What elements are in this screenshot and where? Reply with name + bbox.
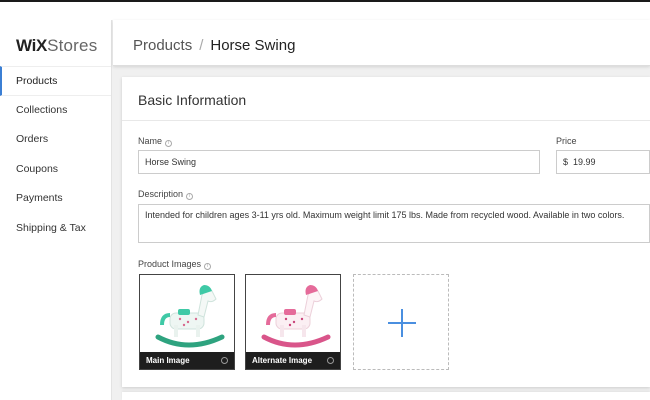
main-image-tile[interactable]: Main Image bbox=[139, 274, 235, 370]
plus-icon bbox=[401, 309, 403, 337]
alternate-image-caption: Alternate Image bbox=[246, 352, 340, 369]
sidebar-item-shipping-tax[interactable]: Shipping & Tax bbox=[0, 214, 111, 244]
page-header: Products / Horse Swing bbox=[113, 20, 650, 66]
rocking-horse-teal-image bbox=[155, 285, 225, 348]
breadcrumb: Products / Horse Swing bbox=[133, 37, 295, 54]
top-bar bbox=[0, 0, 650, 20]
sidebar-item-orders[interactable]: Orders bbox=[0, 125, 111, 155]
alternate-image-tile[interactable]: Alternate Image bbox=[245, 274, 341, 370]
next-section-card bbox=[122, 392, 650, 400]
name-field[interactable]: Horse Swing bbox=[138, 150, 540, 174]
image-options-icon[interactable] bbox=[327, 357, 334, 364]
info-icon[interactable]: i bbox=[165, 140, 173, 147]
description-label: Description i bbox=[138, 189, 194, 200]
rocking-horse-pink-image bbox=[261, 285, 331, 348]
breadcrumb-products-link[interactable]: Products bbox=[133, 37, 192, 54]
product-images-label: Product Images i bbox=[138, 259, 212, 270]
info-icon[interactable]: i bbox=[186, 193, 194, 200]
add-image-button[interactable] bbox=[353, 274, 449, 370]
sidebar-item-products[interactable]: Products bbox=[0, 66, 111, 96]
currency-symbol: $ bbox=[563, 157, 569, 167]
sidebar-item-collections[interactable]: Collections bbox=[0, 96, 111, 126]
breadcrumb-current: Horse Swing bbox=[210, 37, 296, 54]
sidebar-item-coupons[interactable]: Coupons bbox=[0, 155, 111, 185]
divider bbox=[122, 120, 650, 121]
sidebar-item-payments[interactable]: Payments bbox=[0, 184, 111, 214]
price-label: Price bbox=[556, 136, 577, 146]
card-title: Basic Information bbox=[138, 92, 247, 108]
price-field[interactable]: $ 19.99 bbox=[556, 150, 650, 174]
info-icon[interactable]: i bbox=[204, 263, 212, 270]
main-image-caption: Main Image bbox=[140, 352, 234, 369]
description-field[interactable]: Intended for children ages 3-11 yrs old.… bbox=[138, 204, 650, 243]
sidebar: WiXStores Products Collections Orders Co… bbox=[0, 20, 112, 400]
basic-information-card: Basic Information Name i Horse Swing Pric… bbox=[122, 77, 650, 387]
image-options-icon[interactable] bbox=[221, 357, 228, 364]
name-label: Name i bbox=[138, 136, 173, 147]
price-value: 19.99 bbox=[573, 157, 596, 167]
breadcrumb-separator: / bbox=[199, 37, 204, 54]
wix-stores-logo[interactable]: WiXStores bbox=[0, 20, 111, 66]
